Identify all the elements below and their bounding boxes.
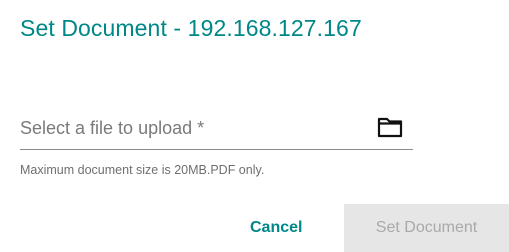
file-upload-field[interactable]: Select a file to upload * bbox=[20, 110, 413, 150]
upload-hint-text: Maximum document size is 20MB.PDF only. bbox=[20, 163, 265, 177]
cancel-button[interactable]: Cancel bbox=[234, 213, 318, 243]
file-upload-placeholder[interactable]: Select a file to upload * bbox=[20, 118, 204, 139]
folder-icon[interactable] bbox=[377, 116, 403, 138]
dialog-title: Set Document - 192.168.127.167 bbox=[20, 15, 362, 41]
set-document-button[interactable]: Set Document bbox=[344, 204, 509, 252]
set-document-dialog: Set Document - 192.168.127.167 Select a … bbox=[0, 0, 509, 252]
field-underline bbox=[20, 149, 413, 150]
